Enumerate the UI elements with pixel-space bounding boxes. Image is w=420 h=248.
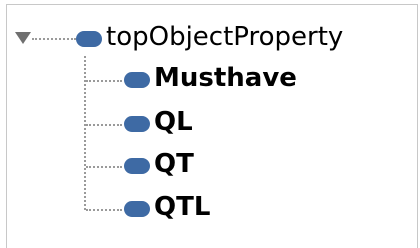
- object-property-icon: [124, 116, 150, 132]
- object-property-icon: [76, 31, 102, 47]
- tree-connector-line: [86, 124, 122, 126]
- tree-connector-line: [86, 80, 122, 82]
- tree-node-label-qtl[interactable]: QTL: [154, 192, 210, 222]
- tree-connector-line: [86, 209, 122, 211]
- tree-connector-line: [32, 38, 76, 40]
- tree-node-label-musthave[interactable]: Musthave: [154, 63, 297, 93]
- object-property-icon: [124, 201, 150, 217]
- tree-connector-line: [86, 166, 122, 168]
- object-property-icon: [124, 72, 150, 88]
- tree-node-label-ql[interactable]: QL: [154, 107, 193, 137]
- tree-node-label-topobjectproperty[interactable]: topObjectProperty: [106, 22, 343, 52]
- object-property-icon: [124, 158, 150, 174]
- tree-node-label-qt[interactable]: QT: [154, 149, 194, 179]
- expand-collapse-icon[interactable]: [15, 32, 31, 44]
